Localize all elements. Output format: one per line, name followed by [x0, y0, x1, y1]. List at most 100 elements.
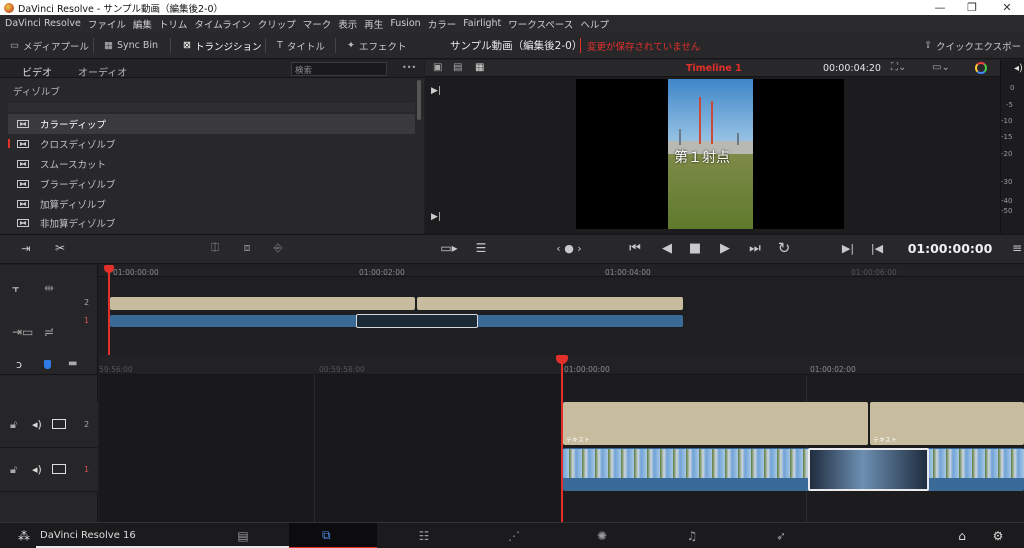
- main-playhead[interactable]: [561, 355, 563, 522]
- list-item-label: クロスディゾルブ: [40, 140, 116, 151]
- go-to-start-icon[interactable]: ⏮: [622, 237, 648, 259]
- audio-mixer-icon[interactable]: ☰: [471, 237, 491, 259]
- stop-icon[interactable]: ■: [684, 237, 706, 259]
- split-clip-icon[interactable]: ⎅: [205, 237, 225, 259]
- menu-item-file[interactable]: ファイル: [88, 17, 126, 31]
- upper-timeline[interactable]: 01:00:00:00 01:00:02:00 01:00:04:00 01:0…: [99, 265, 1024, 355]
- title-clip[interactable]: テキスト: [870, 402, 1024, 445]
- mark-out-icon[interactable]: |◀: [868, 237, 886, 259]
- search-field[interactable]: 検索: [291, 62, 387, 76]
- color-scopes-icon[interactable]: [975, 62, 987, 74]
- quick-export-button[interactable]: ⇪ クイックエクスポート: [924, 32, 1024, 59]
- next-marker-icon[interactable]: ▶|: [431, 212, 441, 222]
- output-icon[interactable]: ▭▸: [437, 237, 461, 259]
- viewer-menu-icon[interactable]: ≡: [1010, 237, 1024, 259]
- overwrite-icon[interactable]: ≓: [44, 325, 54, 339]
- list-item-color-dip[interactable]: カラーディップ: [8, 114, 415, 134]
- menu-item-mark[interactable]: マーク: [303, 17, 332, 31]
- blade-scissors-icon[interactable]: ✂: [50, 237, 70, 259]
- list-item-smooth-cut[interactable]: スムースカット: [8, 154, 415, 174]
- menu-item-color[interactable]: カラー: [428, 17, 457, 31]
- tab-video[interactable]: ビデオ: [22, 64, 52, 79]
- titles-button[interactable]: T タイトル: [277, 32, 325, 59]
- settings-gear-icon[interactable]: ⚙: [978, 523, 1018, 548]
- list-item-cross-dissolve[interactable]: クロスディゾルブ: [8, 134, 415, 154]
- tab-audio[interactable]: オーディオ: [78, 64, 127, 79]
- title-clip[interactable]: テキスト: [563, 402, 868, 445]
- transition-clip-selected[interactable]: [808, 448, 929, 491]
- zoom-fit-icon[interactable]: ⛶⌄: [891, 62, 906, 73]
- upper-playhead[interactable]: [108, 265, 110, 355]
- menu-item-playback[interactable]: 再生: [364, 17, 383, 31]
- main-timeline[interactable]: 59:56:00 00:59:58:00 01:00:00:00 01:00:0…: [99, 355, 1024, 522]
- mark-in-icon[interactable]: ▶|: [839, 237, 857, 259]
- list-item-non-additive-dissolve[interactable]: 非加算ディゾルブ: [8, 214, 415, 232]
- fairlight-page-icon[interactable]: ♫: [672, 523, 712, 548]
- ripple-icon[interactable]: ⧈: [237, 237, 257, 259]
- menu-item-clip[interactable]: クリップ: [258, 17, 296, 31]
- flag-marker-icon[interactable]: [44, 360, 51, 369]
- transition-clip[interactable]: [356, 314, 478, 328]
- deliver-page-icon[interactable]: ➶: [761, 523, 801, 548]
- media-pool-button[interactable]: ▭ メディアプール: [10, 32, 89, 59]
- trim-edit-icon[interactable]: ⫟: [12, 281, 19, 296]
- play-reverse-icon[interactable]: ◀: [656, 237, 678, 259]
- audio-toggle-icon[interactable]: ◂): [32, 418, 42, 431]
- edit-page-icon[interactable]: ☷: [404, 523, 444, 548]
- menu-item-edit[interactable]: 編集: [133, 17, 152, 31]
- title-clip[interactable]: [110, 297, 415, 310]
- maximize-button[interactable]: ❐: [955, 0, 989, 15]
- lock-icon[interactable]: 🔓︎: [10, 463, 17, 477]
- transitions-button[interactable]: ⊠ トランジション: [183, 32, 261, 59]
- snapping-icon[interactable]: ↄ: [16, 358, 22, 371]
- more-options-button[interactable]: •••: [402, 63, 416, 72]
- cut-page-tab-active[interactable]: ⧉: [289, 523, 377, 548]
- single-viewer-icon[interactable]: ▦: [475, 62, 484, 73]
- upper-timeline-ruler[interactable]: 01:00:00:00 01:00:02:00 01:00:04:00 01:0…: [99, 265, 1024, 277]
- minimize-button[interactable]: —: [923, 0, 957, 15]
- audio-toggle-icon[interactable]: ◂): [32, 463, 42, 476]
- sync-bin-button[interactable]: ▦ Sync Bin: [104, 32, 158, 59]
- home-icon[interactable]: ⌂: [942, 523, 982, 548]
- close-button[interactable]: ✕: [990, 0, 1024, 15]
- speaker-icon[interactable]: ◂): [1014, 63, 1023, 74]
- timeline-name[interactable]: Timeline 1: [686, 63, 742, 74]
- scrollbar[interactable]: [417, 80, 421, 120]
- menu-item-help[interactable]: ヘルプ: [580, 17, 609, 31]
- smart-insert-icon[interactable]: ⇥: [14, 237, 38, 259]
- dual-viewer-icon[interactable]: ▤: [453, 62, 462, 73]
- fusion-page-icon[interactable]: ⋰: [494, 523, 534, 548]
- track-header-v2: 🔓︎ ◂) 2: [0, 402, 98, 448]
- previous-frame-marker-icon[interactable]: ▶|: [431, 86, 441, 96]
- list-item-blur-dissolve[interactable]: ブラーディゾルブ: [8, 174, 415, 194]
- play-icon[interactable]: ▶: [714, 237, 736, 259]
- viewer-canvas[interactable]: 第１射点: [576, 79, 844, 229]
- menu-item-workspace[interactable]: ワークスペース: [508, 17, 573, 31]
- media-page-icon[interactable]: ▤: [223, 523, 263, 548]
- media-pool-label: メディアプール: [22, 41, 89, 53]
- video-clip[interactable]: [563, 448, 1024, 491]
- title-clip[interactable]: [417, 297, 683, 310]
- menu-item-davinci[interactable]: DaVinci Resolve: [5, 18, 81, 29]
- loop-icon[interactable]: ↻: [772, 237, 796, 259]
- menu-item-view[interactable]: 表示: [338, 17, 357, 31]
- effects-button[interactable]: ✦ エフェクト: [347, 32, 406, 59]
- track-visibility-icon[interactable]: [52, 419, 66, 429]
- list-item-additive-dissolve[interactable]: 加算ディゾルブ: [8, 194, 415, 214]
- menu-item-fusion[interactable]: Fusion: [390, 18, 420, 29]
- clip-nav-buttons[interactable]: ‹ ● ›: [546, 237, 592, 259]
- track-visibility-icon[interactable]: [52, 464, 66, 474]
- menu-item-timeline[interactable]: タイムライン: [194, 17, 250, 31]
- menu-item-fairlight[interactable]: Fairlight: [463, 18, 501, 29]
- roll-icon[interactable]: ⎆: [268, 237, 288, 259]
- color-page-icon[interactable]: ✺: [582, 523, 622, 548]
- marker-icon[interactable]: ▬: [68, 358, 77, 369]
- list-item-label: 非加算ディゾルブ: [40, 219, 116, 230]
- menu-item-trim[interactable]: トリム: [159, 17, 188, 31]
- insert-track-icon[interactable]: ⇥▭: [12, 325, 33, 339]
- dynamic-trim-icon[interactable]: ⇹: [44, 281, 54, 295]
- image-wipe-icon[interactable]: ▣: [433, 62, 442, 73]
- viewer-options-icon[interactable]: ▭⌄: [932, 62, 950, 73]
- lock-icon[interactable]: 🔓︎: [10, 418, 17, 432]
- go-to-end-icon[interactable]: ⏭: [742, 237, 768, 259]
